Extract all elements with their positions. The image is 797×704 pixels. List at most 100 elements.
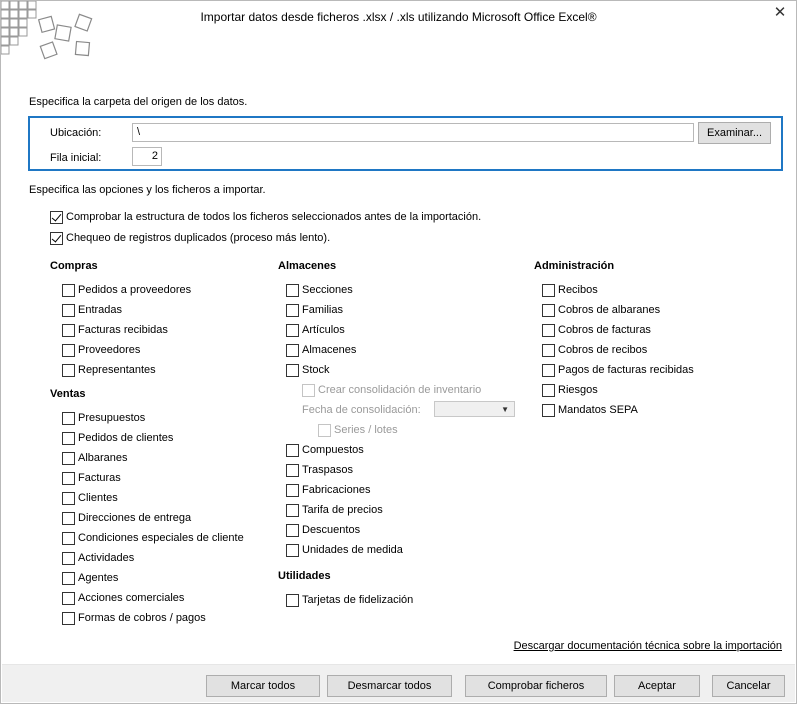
browse-button[interactable]: Examinar...: [698, 122, 771, 144]
checkbox[interactable]: [542, 343, 555, 357]
checkbox[interactable]: [542, 383, 555, 397]
option-proveedores[interactable]: Proveedores: [62, 342, 140, 358]
option-label: Agentes: [78, 572, 119, 584]
accept-button[interactable]: Aceptar: [614, 675, 700, 697]
option-riesgos[interactable]: Riesgos: [542, 382, 598, 398]
check-files-button[interactable]: Comprobar ficheros: [465, 675, 607, 697]
option-facturas[interactable]: Facturas: [62, 470, 121, 486]
checkbox[interactable]: [50, 231, 63, 245]
checkbox[interactable]: [286, 363, 299, 377]
checkbox[interactable]: [286, 323, 299, 337]
checkbox[interactable]: [62, 363, 75, 377]
option-label: Albaranes: [78, 452, 128, 464]
option-familias[interactable]: Familias: [286, 302, 343, 318]
option-clientes[interactable]: Clientes: [62, 490, 118, 506]
option-tarjetas-fidelizacion[interactable]: Tarjetas de fidelización: [286, 592, 413, 608]
check-structure-option[interactable]: Comprobar la estructura de todos los fic…: [50, 209, 481, 225]
option-label: Tarjetas de fidelización: [302, 594, 414, 606]
checkbox[interactable]: [318, 423, 331, 437]
option-pagos-facturas-recibidas[interactable]: Pagos de facturas recibidas: [542, 362, 694, 378]
option-tarifa-precios[interactable]: Tarifa de precios: [286, 502, 383, 518]
checkbox[interactable]: [286, 593, 299, 607]
option-cobros-recibos[interactable]: Cobros de recibos: [542, 342, 647, 358]
close-icon[interactable]: ✕: [772, 5, 788, 21]
checkbox[interactable]: [62, 451, 75, 465]
checkbox[interactable]: [286, 343, 299, 357]
option-presupuestos[interactable]: Presupuestos: [62, 410, 145, 426]
checkbox[interactable]: [62, 551, 75, 565]
checkbox[interactable]: [286, 523, 299, 537]
cancel-button[interactable]: Cancelar: [712, 675, 785, 697]
checkbox[interactable]: [62, 323, 75, 337]
option-acciones-comerciales[interactable]: Acciones comerciales: [62, 590, 184, 606]
option-stock[interactable]: Stock: [286, 362, 330, 378]
checkbox[interactable]: [286, 483, 299, 497]
option-mandatos-sepa[interactable]: Mandatos SEPA: [542, 402, 638, 418]
download-docs-link[interactable]: Descargar documentación técnica sobre la…: [514, 640, 782, 652]
option-secciones[interactable]: Secciones: [286, 282, 353, 298]
checkbox[interactable]: [286, 443, 299, 457]
mark-all-button[interactable]: Marcar todos: [206, 675, 320, 697]
option-articulos[interactable]: Artículos: [286, 322, 345, 338]
checkbox[interactable]: [62, 591, 75, 605]
origin-heading: Especifica la carpeta del origen de los …: [29, 96, 248, 108]
window-title: Importar datos desde ficheros .xlsx / .x…: [200, 10, 597, 24]
checkbox[interactable]: [286, 463, 299, 477]
option-label: Pedidos de clientes: [78, 432, 174, 444]
checkbox[interactable]: [62, 411, 75, 425]
checkbox[interactable]: [62, 491, 75, 505]
checkbox[interactable]: [542, 363, 555, 377]
option-actividades[interactable]: Actividades: [62, 550, 134, 566]
option-crear-consolidacion[interactable]: Crear consolidación de inventario: [302, 382, 481, 398]
checkbox[interactable]: [286, 283, 299, 297]
option-pedidos-proveedores[interactable]: Pedidos a proveedores: [62, 282, 191, 298]
checkbox[interactable]: [62, 431, 75, 445]
option-unidades-medida[interactable]: Unidades de medida: [286, 542, 403, 558]
option-traspasos[interactable]: Traspasos: [286, 462, 353, 478]
unmark-all-button[interactable]: Desmarcar todos: [327, 675, 452, 697]
option-label: Direcciones de entrega: [78, 512, 192, 524]
checkbox[interactable]: [302, 383, 315, 397]
option-cobros-facturas[interactable]: Cobros de facturas: [542, 322, 651, 338]
checkbox[interactable]: [542, 403, 555, 417]
checkbox[interactable]: [62, 531, 75, 545]
checkbox[interactable]: [62, 611, 75, 625]
checkbox[interactable]: [542, 283, 555, 297]
checkbox[interactable]: [542, 323, 555, 337]
checkbox[interactable]: [62, 471, 75, 485]
option-direcciones-entrega[interactable]: Direcciones de entrega: [62, 510, 191, 526]
fecha-consolidacion-select[interactable]: ▼: [434, 401, 515, 417]
option-cobros-albaranes[interactable]: Cobros de albaranes: [542, 302, 660, 318]
location-input[interactable]: \: [132, 123, 694, 142]
option-descuentos[interactable]: Descuentos: [286, 522, 360, 538]
option-label: Secciones: [302, 284, 353, 296]
option-entradas[interactable]: Entradas: [62, 302, 122, 318]
initial-row-input[interactable]: 2: [132, 147, 162, 166]
option-albaranes[interactable]: Albaranes: [62, 450, 128, 466]
checkbox[interactable]: [62, 283, 75, 297]
checkbox[interactable]: [286, 303, 299, 317]
option-label: Crear consolidación de inventario: [318, 384, 482, 396]
option-facturas-recibidas[interactable]: Facturas recibidas: [62, 322, 168, 338]
checkbox[interactable]: [62, 511, 75, 525]
option-pedidos-clientes[interactable]: Pedidos de clientes: [62, 430, 173, 446]
checkbox[interactable]: [286, 503, 299, 517]
option-fabricaciones[interactable]: Fabricaciones: [286, 482, 370, 498]
checkbox[interactable]: [50, 210, 63, 224]
option-condiciones-especiales[interactable]: Condiciones especiales de cliente: [62, 530, 244, 546]
checkbox[interactable]: [542, 303, 555, 317]
checkbox[interactable]: [62, 343, 75, 357]
checkbox[interactable]: [62, 303, 75, 317]
check-duplicates-option[interactable]: Chequeo de registros duplicados (proceso…: [50, 230, 330, 246]
checkbox[interactable]: [286, 543, 299, 557]
option-formas-cobros-pagos[interactable]: Formas de cobros / pagos: [62, 610, 206, 626]
option-agentes[interactable]: Agentes: [62, 570, 118, 586]
option-label: Mandatos SEPA: [558, 404, 638, 416]
option-series-lotes[interactable]: Series / lotes: [318, 422, 398, 438]
option-label: Descuentos: [302, 524, 361, 536]
option-representantes[interactable]: Representantes: [62, 362, 156, 378]
option-almacenes[interactable]: Almacenes: [286, 342, 356, 358]
checkbox[interactable]: [62, 571, 75, 585]
option-compuestos[interactable]: Compuestos: [286, 442, 364, 458]
option-recibos[interactable]: Recibos: [542, 282, 598, 298]
